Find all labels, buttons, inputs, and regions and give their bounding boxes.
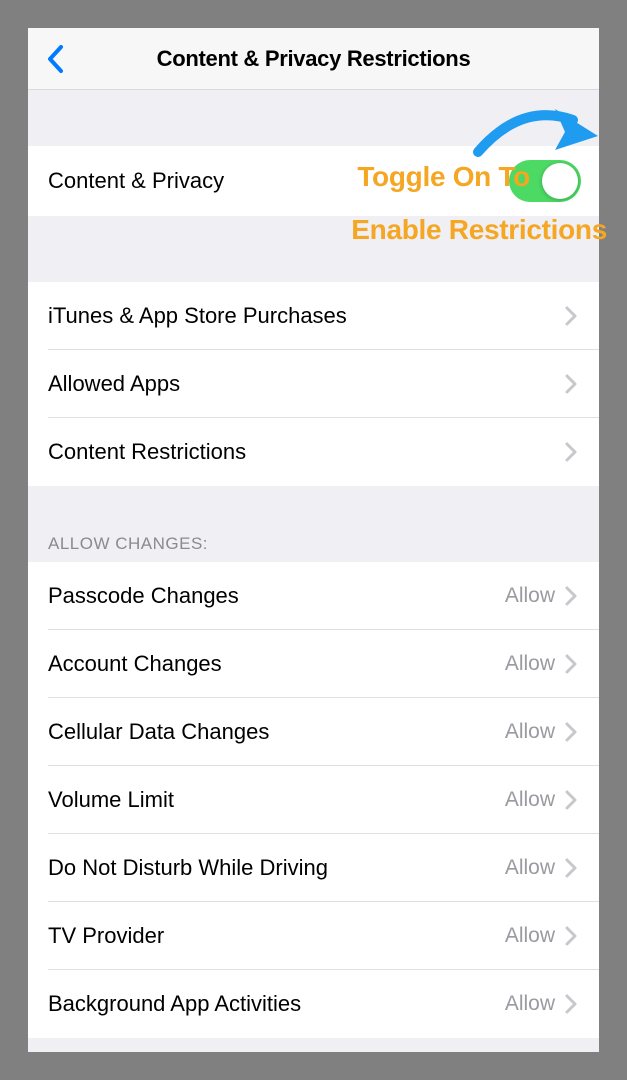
row-label: Do Not Disturb While Driving (48, 855, 505, 881)
settings-screen: Content & Privacy Restrictions Content &… (28, 28, 599, 1052)
chevron-right-icon (563, 721, 579, 743)
back-button[interactable] (40, 42, 70, 76)
row-label: Passcode Changes (48, 583, 505, 609)
toggle-knob (542, 163, 578, 199)
row-tv-provider[interactable]: TV Provider Allow (28, 902, 599, 970)
spacer (28, 90, 599, 146)
page-title: Content & Privacy Restrictions (28, 46, 599, 72)
row-passcode-changes[interactable]: Passcode Changes Allow (28, 562, 599, 630)
chevron-right-icon (563, 585, 579, 607)
section-gap (28, 216, 599, 282)
row-label: iTunes & App Store Purchases (48, 303, 563, 329)
row-itunes-purchases[interactable]: iTunes & App Store Purchases (28, 282, 599, 350)
row-label: Background App Activities (48, 991, 505, 1017)
row-dnd-driving[interactable]: Do Not Disturb While Driving Allow (28, 834, 599, 902)
chevron-right-icon (563, 993, 579, 1015)
chevron-right-icon (563, 789, 579, 811)
row-label: Volume Limit (48, 787, 505, 813)
row-content-restrictions[interactable]: Content Restrictions (28, 418, 599, 486)
chevron-right-icon (563, 305, 579, 327)
row-label: Cellular Data Changes (48, 719, 505, 745)
row-volume-limit[interactable]: Volume Limit Allow (28, 766, 599, 834)
row-label: Account Changes (48, 651, 505, 677)
section-header-allow-changes: ALLOW CHANGES: (28, 486, 599, 562)
row-label: Content Restrictions (48, 439, 563, 465)
row-value: Allow (505, 584, 555, 608)
row-background-app-activities[interactable]: Background App Activities Allow (28, 970, 599, 1038)
content-privacy-toggle-row[interactable]: Content & Privacy (28, 146, 599, 216)
row-value: Allow (505, 652, 555, 676)
row-value: Allow (505, 856, 555, 880)
row-value: Allow (505, 992, 555, 1016)
nav-bar: Content & Privacy Restrictions (28, 28, 599, 90)
chevron-left-icon (46, 44, 64, 74)
row-label: TV Provider (48, 923, 505, 949)
row-value: Allow (505, 788, 555, 812)
chevron-right-icon (563, 857, 579, 879)
chevron-right-icon (563, 373, 579, 395)
row-allowed-apps[interactable]: Allowed Apps (28, 350, 599, 418)
chevron-right-icon (563, 441, 579, 463)
row-value: Allow (505, 924, 555, 948)
row-label: Allowed Apps (48, 371, 563, 397)
toggle-label: Content & Privacy (48, 168, 579, 194)
chevron-right-icon (563, 925, 579, 947)
row-account-changes[interactable]: Account Changes Allow (28, 630, 599, 698)
row-cellular-data-changes[interactable]: Cellular Data Changes Allow (28, 698, 599, 766)
chevron-right-icon (563, 653, 579, 675)
content-privacy-toggle[interactable] (509, 160, 581, 202)
row-value: Allow (505, 720, 555, 744)
